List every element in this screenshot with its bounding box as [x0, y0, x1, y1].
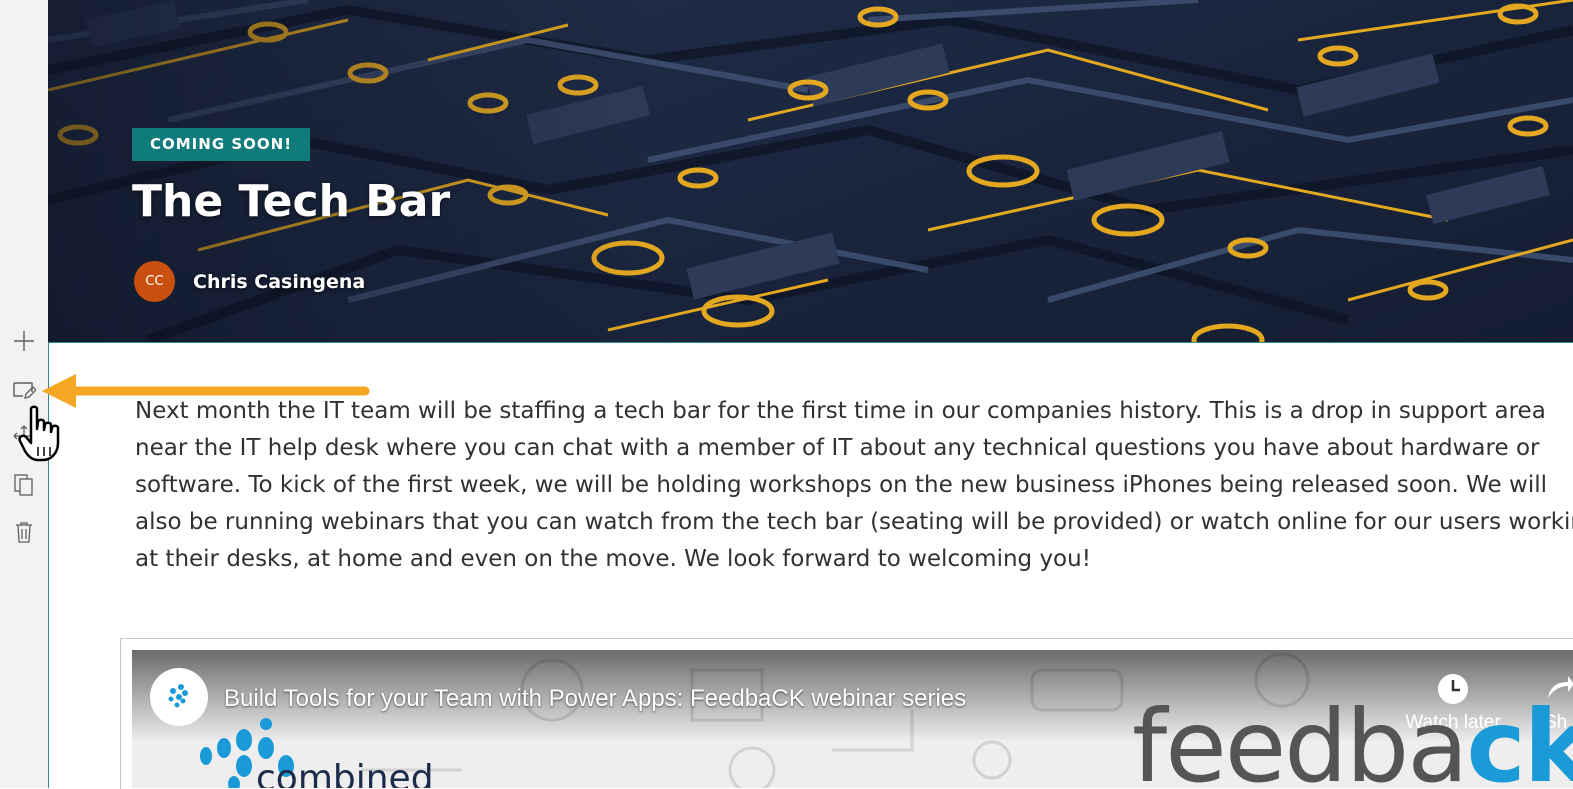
duplicate-web-part-button[interactable] [10, 471, 38, 499]
video-title[interactable]: Build Tools for your Team with Power App… [224, 685, 966, 713]
body-line: also be running webinars that you can wa… [135, 509, 1573, 535]
channel-logo-icon [168, 684, 188, 708]
body-line: near the IT help desk where you can chat… [135, 435, 1540, 461]
combined-logo-text: combined [256, 758, 434, 788]
body-line: at their desks, at home and even on the … [135, 546, 1091, 572]
author-byline[interactable]: CC Chris Casingena [134, 261, 365, 302]
page-title[interactable]: The Tech Bar [132, 176, 450, 227]
delete-web-part-button[interactable] [10, 518, 38, 546]
brand-main-text: feedba [1132, 688, 1468, 788]
author-name: Chris Casingena [193, 270, 366, 293]
add-icon [14, 331, 34, 351]
brand-accent-text: ck [1466, 688, 1573, 788]
article-body-text[interactable]: Next month the IT team will be staffing … [135, 393, 1573, 593]
hand-cursor-icon [18, 405, 60, 462]
edit-web-part-button[interactable] [10, 376, 38, 404]
avatar: CC [134, 261, 175, 302]
feedback-brand-logo: feedback [1132, 688, 1573, 788]
add-section-button[interactable] [10, 327, 38, 355]
youtube-video-player[interactable]: Build Tools for your Team with Power App… [132, 650, 1573, 788]
body-line: software. To kick of the first week, we … [135, 472, 1547, 498]
edit-web-part-icon [13, 382, 36, 399]
hero-banner[interactable]: COMING SOON! The Tech Bar CC Chris Casin… [48, 0, 1573, 343]
coming-soon-badge: COMING SOON! [132, 128, 311, 161]
delete-icon [16, 522, 32, 543]
duplicate-icon [14, 474, 33, 496]
body-line: Next month the IT team will be staffing … [135, 398, 1546, 424]
